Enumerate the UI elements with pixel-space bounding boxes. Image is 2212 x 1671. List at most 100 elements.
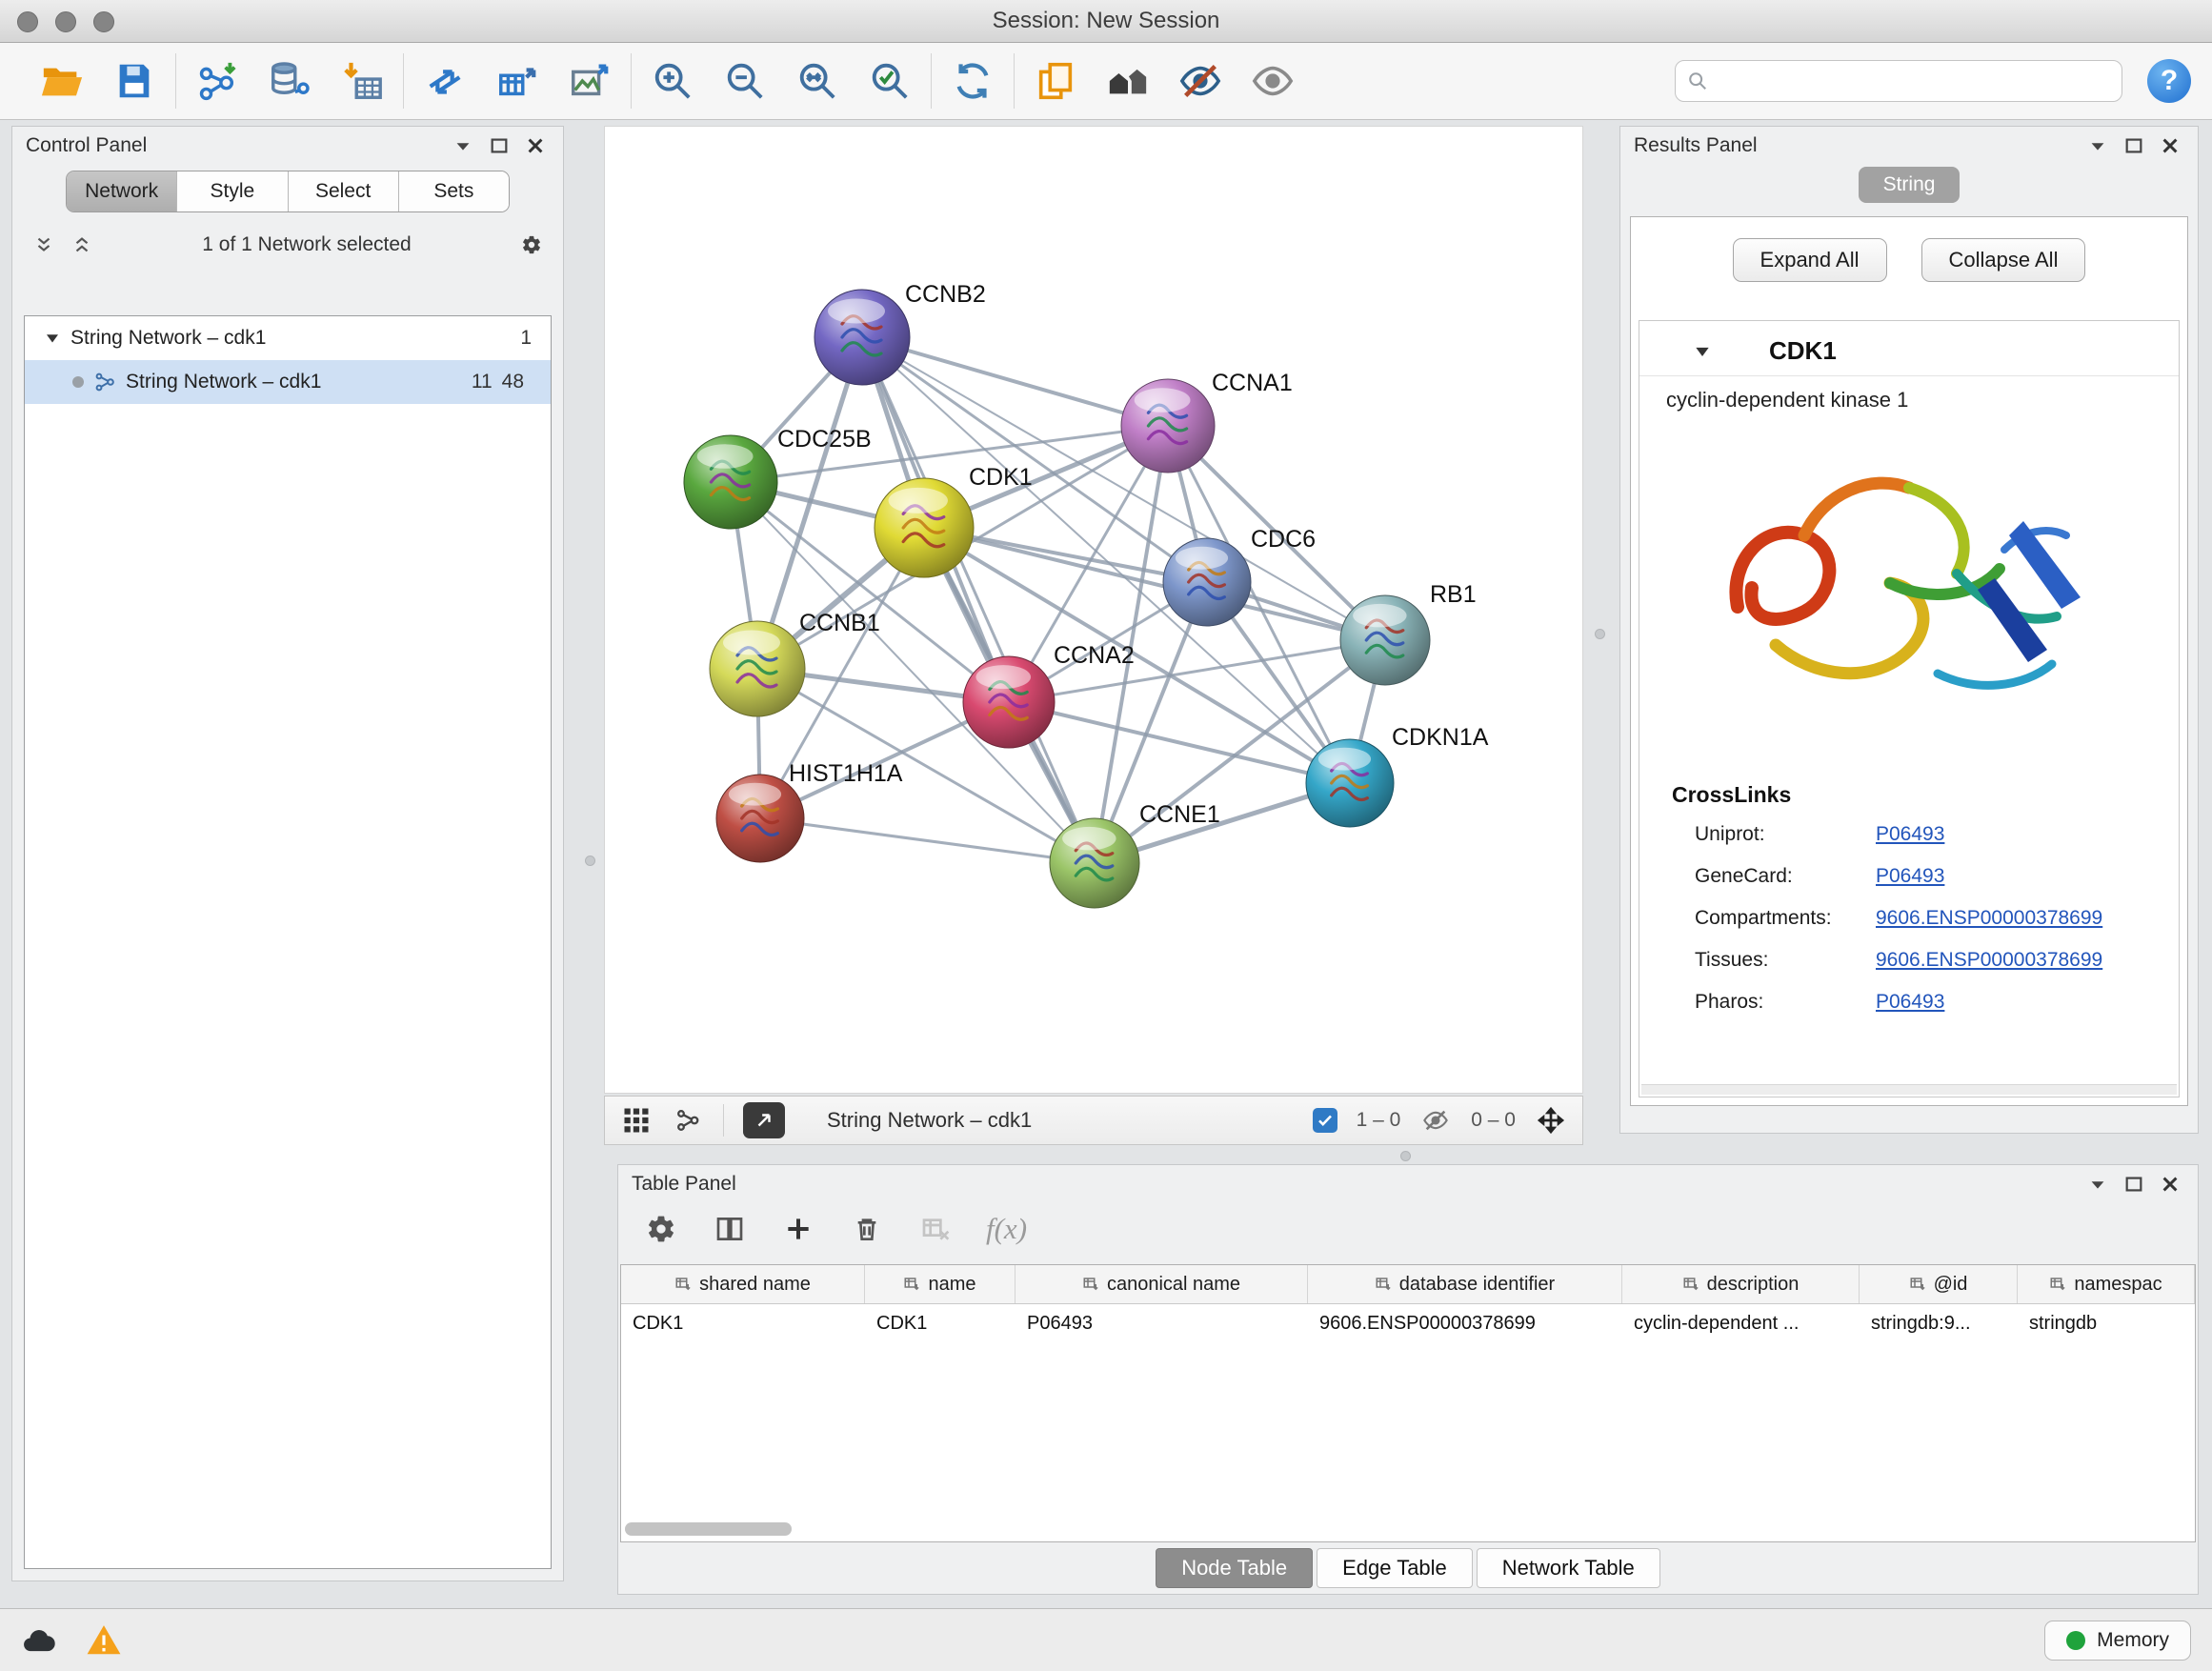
- table-gear-icon[interactable]: [643, 1211, 679, 1247]
- fit-content-move-icon[interactable]: [1535, 1104, 1567, 1137]
- network-node-count: 11: [472, 371, 493, 393]
- tab-network[interactable]: Network: [67, 171, 177, 211]
- node-label: CCNE1: [1139, 801, 1220, 828]
- expand-all-icon[interactable]: [68, 231, 96, 259]
- search-input[interactable]: [1718, 69, 2110, 93]
- panel-menu-icon[interactable]: [2083, 1170, 2112, 1198]
- save-session-icon[interactable]: [111, 57, 158, 105]
- view-share-icon[interactable]: [672, 1104, 704, 1137]
- float-panel-icon[interactable]: [2120, 131, 2148, 160]
- main-toolbar: ?: [0, 43, 2212, 120]
- panel-menu-icon[interactable]: [449, 131, 477, 160]
- zoom-selected-icon[interactable]: [866, 57, 914, 105]
- export-view-button[interactable]: [743, 1102, 785, 1138]
- import-network-database-icon[interactable]: [266, 57, 313, 105]
- horizontal-splitter-grip[interactable]: [1400, 1151, 1411, 1161]
- delete-row-icon[interactable]: [849, 1211, 885, 1247]
- cloud-icon[interactable]: [21, 1622, 57, 1659]
- results-horizontal-scrollbar[interactable]: [1641, 1084, 2177, 1095]
- network-row-selected[interactable]: String Network – cdk1 11 48: [25, 360, 551, 404]
- home-icon[interactable]: [1104, 57, 1152, 105]
- table-row[interactable]: CDK1 CDK1 P06493 9606.ENSP00000378699 cy…: [621, 1304, 2195, 1342]
- uniprot-link[interactable]: P06493: [1876, 823, 1944, 846]
- network-node-CCNB1[interactable]: CCNB1: [710, 610, 880, 716]
- import-network-file-icon[interactable]: [193, 57, 241, 105]
- network-node-RB1[interactable]: RB1: [1340, 581, 1477, 685]
- crosslink-label: Pharos:: [1695, 991, 1876, 1014]
- table-toolbar: f(x): [618, 1203, 2198, 1253]
- show-columns-icon[interactable]: [712, 1211, 748, 1247]
- section-disclosure-icon[interactable]: [1693, 342, 1712, 361]
- column-header[interactable]: shared name: [621, 1265, 865, 1303]
- network-node-CDKN1A[interactable]: CDKN1A: [1306, 724, 1489, 827]
- network-node-HIST1H1A[interactable]: HIST1H1A: [716, 760, 903, 862]
- export-image-icon[interactable]: [566, 57, 613, 105]
- column-header[interactable]: name: [865, 1265, 1016, 1303]
- pharos-link[interactable]: P06493: [1876, 991, 1944, 1014]
- genecard-link[interactable]: P06493: [1876, 865, 1944, 888]
- warning-icon[interactable]: [86, 1622, 122, 1659]
- tab-network-table[interactable]: Network Table: [1477, 1548, 1660, 1588]
- zoom-in-icon[interactable]: [649, 57, 696, 105]
- close-panel-icon[interactable]: [521, 131, 550, 160]
- export-network-icon[interactable]: [421, 57, 469, 105]
- network-node-CCNB2[interactable]: CCNB2: [814, 281, 986, 385]
- refresh-view-icon[interactable]: [949, 57, 996, 105]
- disclosure-triangle-icon[interactable]: [44, 330, 61, 347]
- hidden-eye-slash-icon[interactable]: [1419, 1104, 1452, 1137]
- collapse-all-icon[interactable]: [30, 231, 58, 259]
- network-node-CCNA1[interactable]: CCNA1: [1121, 370, 1293, 473]
- collection-label: String Network – cdk1: [70, 327, 266, 350]
- function-builder-icon[interactable]: f(x): [986, 1212, 1027, 1246]
- tab-edge-table[interactable]: Edge Table: [1317, 1548, 1473, 1588]
- network-edge-count: 48: [502, 371, 524, 393]
- table-horizontal-scrollbar[interactable]: [625, 1522, 792, 1536]
- close-panel-icon[interactable]: [2156, 131, 2184, 160]
- tab-select[interactable]: Select: [289, 171, 399, 211]
- show-details-icon[interactable]: [1249, 57, 1297, 105]
- vertical-splitter-grip[interactable]: [585, 856, 595, 866]
- session-snapshot-icon[interactable]: [1032, 57, 1079, 105]
- panel-menu-icon[interactable]: [2083, 131, 2112, 160]
- tab-style[interactable]: Style: [177, 171, 288, 211]
- delete-table-icon[interactable]: [917, 1211, 954, 1247]
- crosslink-label: Uniprot:: [1695, 823, 1876, 846]
- open-session-icon[interactable]: [38, 57, 86, 105]
- results-tab-string[interactable]: String: [1859, 167, 1961, 203]
- tissues-link[interactable]: 9606.ENSP00000378699: [1876, 949, 2102, 972]
- tab-sets[interactable]: Sets: [399, 171, 509, 211]
- network-view-toolbar: String Network – cdk1 1 – 0 0 – 0: [604, 1096, 1583, 1145]
- column-header[interactable]: namespac: [2018, 1265, 2195, 1303]
- tab-node-table[interactable]: Node Table: [1156, 1548, 1313, 1588]
- app-window: Session: New Session: [0, 0, 2212, 1671]
- export-table-icon[interactable]: [493, 57, 541, 105]
- selected-nodes-checkbox[interactable]: [1313, 1108, 1337, 1133]
- gene-description: cyclin-dependent kinase 1: [1639, 376, 2179, 413]
- network-view-area: CCNB2CCNA1CDC25BCDK1CDC6RB1CCNB1CCNA2CDK…: [604, 126, 1583, 1145]
- float-panel-icon[interactable]: [2120, 1170, 2148, 1198]
- column-header[interactable]: canonical name: [1016, 1265, 1308, 1303]
- network-collection-row[interactable]: String Network – cdk1 1: [25, 316, 551, 360]
- collapse-all-button[interactable]: Collapse All: [1921, 238, 2086, 282]
- close-panel-icon[interactable]: [2156, 1170, 2184, 1198]
- gear-icon[interactable]: [517, 231, 546, 259]
- hide-details-icon[interactable]: [1176, 57, 1224, 105]
- zoom-out-icon[interactable]: [721, 57, 769, 105]
- add-row-icon[interactable]: [780, 1211, 816, 1247]
- zoom-fit-icon[interactable]: [794, 57, 841, 105]
- network-canvas[interactable]: CCNB2CCNA1CDC25BCDK1CDC6RB1CCNB1CCNA2CDK…: [604, 126, 1583, 1094]
- selected-count: 1 – 0: [1357, 1109, 1401, 1132]
- help-button[interactable]: ?: [2147, 59, 2191, 103]
- float-panel-icon[interactable]: [485, 131, 513, 160]
- network-graph[interactable]: CCNB2CCNA1CDC25BCDK1CDC6RB1CCNB1CCNA2CDK…: [605, 127, 1582, 1093]
- column-header[interactable]: database identifier: [1308, 1265, 1622, 1303]
- birds-eye-grid-icon[interactable]: [620, 1104, 653, 1137]
- expand-all-button[interactable]: Expand All: [1733, 238, 1887, 282]
- memory-button[interactable]: Memory: [2044, 1621, 2191, 1661]
- crosslink-label: Compartments:: [1695, 907, 1876, 930]
- compartments-link[interactable]: 9606.ENSP00000378699: [1876, 907, 2102, 930]
- vertical-splitter-grip[interactable]: [1595, 629, 1605, 639]
- column-header[interactable]: @id: [1860, 1265, 2018, 1303]
- import-table-file-icon[interactable]: [338, 57, 386, 105]
- column-header[interactable]: description: [1622, 1265, 1860, 1303]
